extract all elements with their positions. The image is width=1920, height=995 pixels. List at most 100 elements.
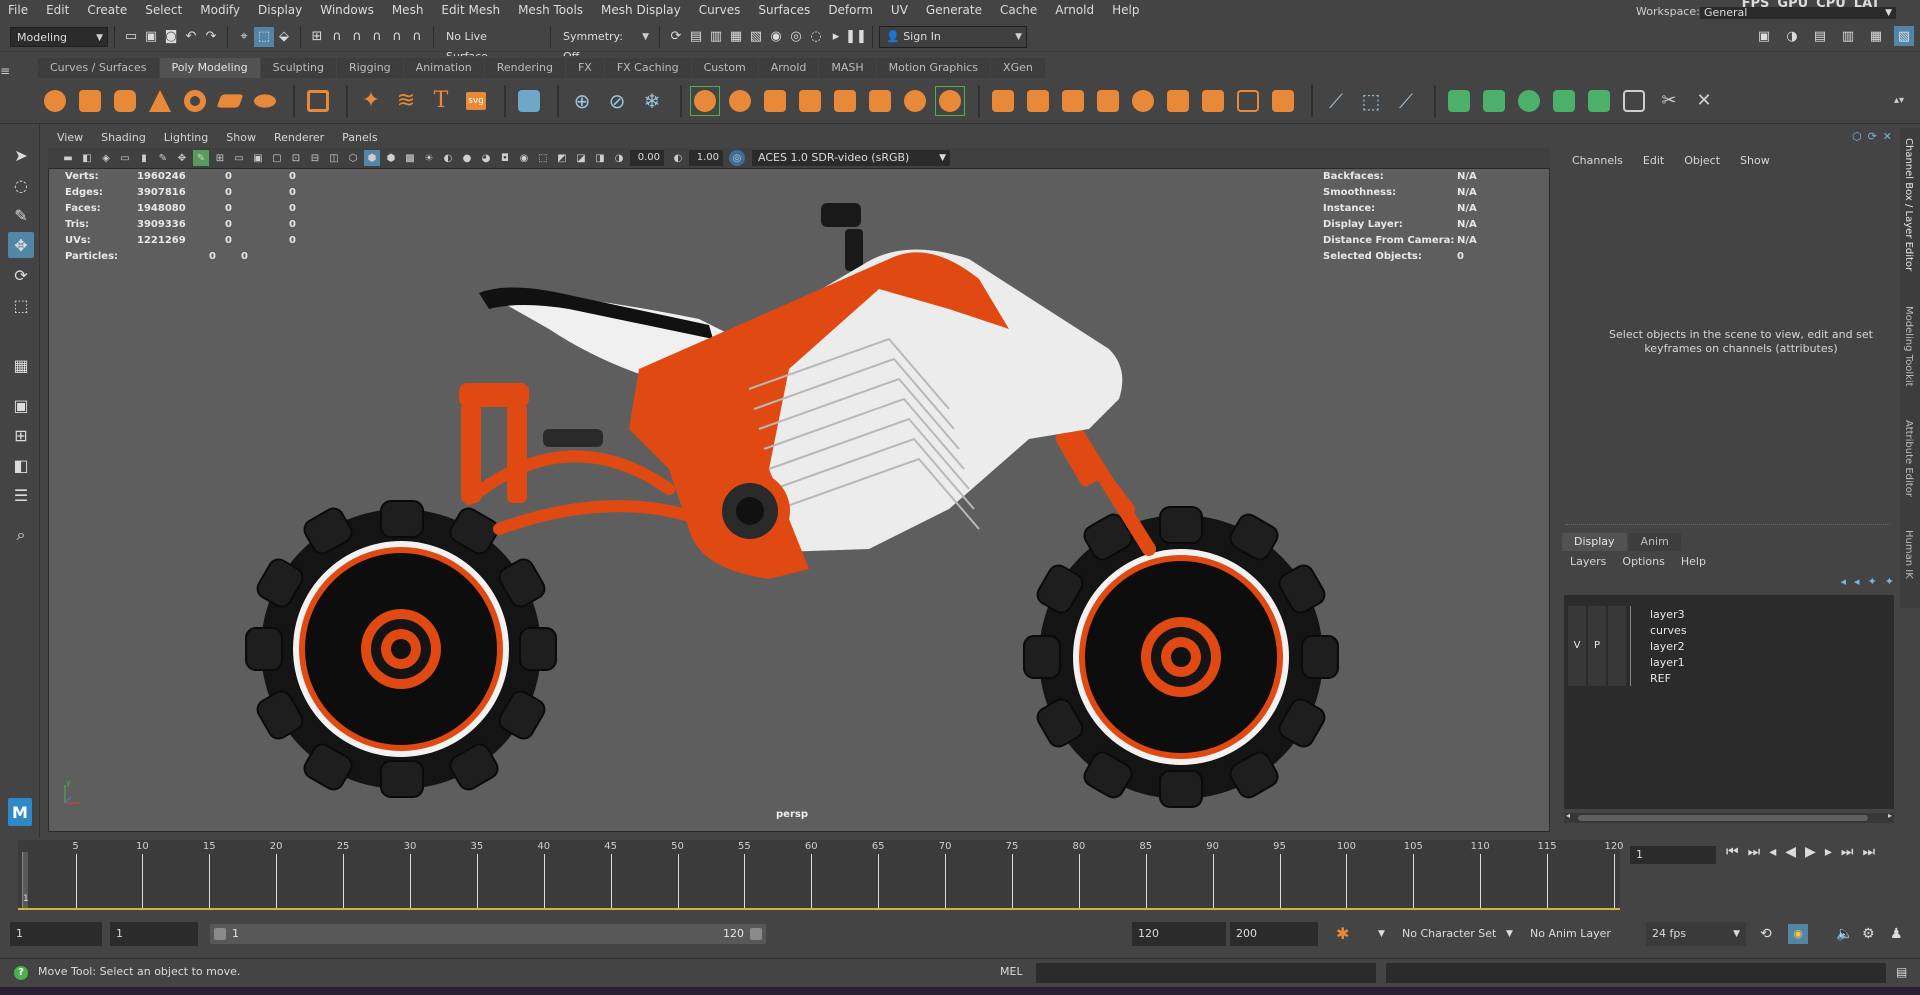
range-handle-left[interactable] [214, 928, 226, 940]
move-layer-up-icon[interactable]: ◂ [1841, 575, 1847, 588]
shelf-tab-fx-caching[interactable]: FX Caching [604, 58, 691, 78]
sweep-mesh-icon[interactable]: ≋ [391, 86, 421, 116]
layer-display-type-toggle[interactable] [1608, 606, 1626, 622]
play-backward-icon[interactable]: ◀ [1785, 844, 1796, 860]
select-component-icon[interactable]: ⬙ [274, 27, 294, 47]
four-pane-layout-icon[interactable]: ⊞ [8, 422, 34, 448]
layer-playback-toggle[interactable]: P [1588, 638, 1606, 654]
multisample-aa-icon[interactable]: ◘ [497, 150, 513, 166]
two-pane-layout-icon[interactable]: ◧ [8, 452, 34, 478]
type-tool-icon[interactable]: T [426, 86, 456, 116]
vp-menu-lighting[interactable]: Lighting [155, 128, 217, 148]
menu-deform[interactable]: Deform [819, 0, 882, 20]
layer-name[interactable]: curves [1650, 624, 1687, 637]
menu-set-dropdown[interactable]: Modeling ▼ [10, 26, 108, 47]
shelf-tab-sculpting[interactable]: Sculpting [260, 58, 336, 78]
menu-windows[interactable]: Windows [311, 0, 383, 20]
hypershade-icon[interactable]: ◉ [766, 27, 786, 47]
panel-divider[interactable] [1566, 524, 1890, 525]
depth-of-field-icon[interactable]: ◉ [516, 150, 532, 166]
render-frame-icon[interactable]: ▤ [686, 27, 706, 47]
scrollbar-thumb[interactable] [1578, 815, 1868, 821]
ambient-occlusion-icon[interactable]: ● [459, 150, 475, 166]
uv-layout-icon[interactable] [1619, 86, 1649, 116]
current-frame-field[interactable]: 1 [1630, 846, 1716, 864]
camera-attributes-icon[interactable]: ◧ [79, 150, 95, 166]
modeling-toolkit-icon[interactable]: ▣ [1754, 26, 1774, 46]
layer-visibility-toggle[interactable] [1568, 654, 1586, 670]
layer-playback-toggle[interactable] [1588, 622, 1606, 638]
separate-icon[interactable]: ⊘ [602, 86, 632, 116]
rotate-tool-icon[interactable]: ⟳ [8, 262, 34, 288]
cb-menu-channels[interactable]: Channels [1562, 152, 1633, 170]
go-to-end-icon[interactable]: ⏭ [1862, 844, 1875, 860]
new-layer-icon[interactable]: ✦ [1885, 575, 1894, 588]
script-language-toggle[interactable]: MEL [1000, 965, 1023, 978]
exposure-icon[interactable]: ◑ [611, 150, 627, 166]
field-chart-icon[interactable]: ⊡ [288, 150, 304, 166]
layer-row[interactable]: REF [1568, 669, 1890, 687]
wireframe-icon[interactable]: ⬡ [345, 150, 361, 166]
menu-file[interactable]: File [0, 0, 37, 20]
shelf-tab-custom[interactable]: Custom [691, 58, 758, 78]
workspace-dropdown[interactable]: General ▼ [1700, 7, 1896, 19]
layer-name[interactable]: layer2 [1650, 640, 1685, 653]
layer-playback-toggle[interactable] [1588, 670, 1606, 686]
twod-pan-zoom-icon[interactable]: ✥ [174, 150, 190, 166]
menu-edit[interactable]: Edit [37, 0, 78, 20]
append-polygon-icon[interactable] [865, 86, 895, 116]
sidetab-channel-box[interactable]: Channel Box / Layer Editor [1903, 138, 1914, 271]
save-scene-icon[interactable]: ◙ [161, 27, 181, 47]
vehicle-body[interactable] [479, 249, 1123, 579]
gamma-icon[interactable]: ◐ [670, 150, 686, 166]
shelf-scroll-icon[interactable]: ▴▾ [1884, 86, 1914, 116]
handlebar[interactable] [821, 203, 863, 271]
svg-tool-icon[interactable]: svg [461, 86, 491, 116]
layer-display-type-toggle[interactable] [1608, 654, 1626, 670]
insert-edge-loop-icon[interactable]: ⟋ [1321, 86, 1351, 116]
sound-icon[interactable]: 🔈 [1836, 922, 1853, 946]
image-plane-icon[interactable]: ▭ [117, 150, 133, 166]
layer-visibility-toggle[interactable] [1568, 622, 1586, 638]
layer-visibility-toggle[interactable]: V [1568, 638, 1586, 654]
menu-mesh-display[interactable]: Mesh Display [592, 0, 690, 20]
command-line-input[interactable] [1036, 963, 1376, 983]
menu-generate[interactable]: Generate [917, 0, 991, 20]
paint-select-tool-icon[interactable]: ✎ [8, 202, 34, 228]
layer-color-swatch[interactable] [1630, 654, 1646, 670]
layer-editor-scrollbar[interactable]: ◂ ▸ [1564, 811, 1894, 823]
xray-icon[interactable]: ◩ [554, 150, 570, 166]
bridge-icon[interactable] [795, 86, 825, 116]
textured-icon[interactable]: ▩ [402, 150, 418, 166]
cb-refresh-icon[interactable]: ⟳ [1868, 130, 1877, 143]
render-sequence-icon[interactable]: ▥ [706, 27, 726, 47]
step-back-frame-icon[interactable]: ◂ [1769, 844, 1776, 860]
toggle-sidebar-icon[interactable]: ▤ [1810, 26, 1830, 46]
edit-pencil-icon[interactable]: ✎ [193, 150, 209, 166]
menu-select[interactable]: Select [136, 0, 191, 20]
wedge-icon[interactable] [1093, 86, 1123, 116]
layer-playback-toggle[interactable] [1588, 654, 1606, 670]
uv-automatic-icon[interactable] [1549, 86, 1579, 116]
pause-icon[interactable]: ❚❚ [845, 27, 867, 47]
character-controls-icon[interactable]: ♟ [1890, 922, 1903, 946]
chamfer-icon[interactable] [1163, 86, 1193, 116]
xray-active-icon[interactable]: ◪ [573, 150, 589, 166]
lasso-tool-icon[interactable]: ◌ [8, 172, 34, 198]
le-tab-anim[interactable]: Anim [1628, 533, 1681, 551]
shelf-tab-rendering[interactable]: Rendering [484, 58, 565, 78]
circularize-icon[interactable] [1128, 86, 1158, 116]
xray-joints-icon[interactable]: ◨ [592, 150, 608, 166]
gate-mask-icon[interactable]: ▢ [269, 150, 285, 166]
vp-menu-show[interactable]: Show [217, 128, 265, 148]
poly-disc-icon[interactable] [250, 86, 280, 116]
auto-key-icon[interactable]: ✱ [1336, 922, 1349, 946]
fill-hole-icon[interactable] [900, 86, 930, 116]
menu-mesh-tools[interactable]: Mesh Tools [509, 0, 592, 20]
open-scene-icon[interactable]: ▣ [141, 27, 161, 47]
uv-cut-icon[interactable]: ✂ [1654, 86, 1684, 116]
sidetab-attribute-editor[interactable]: Attribute Editor [1903, 420, 1914, 497]
le-menu-help[interactable]: Help [1673, 553, 1714, 571]
persp-outliner-layout-icon[interactable]: ▣ [8, 392, 34, 418]
menu-cache[interactable]: Cache [991, 0, 1046, 20]
